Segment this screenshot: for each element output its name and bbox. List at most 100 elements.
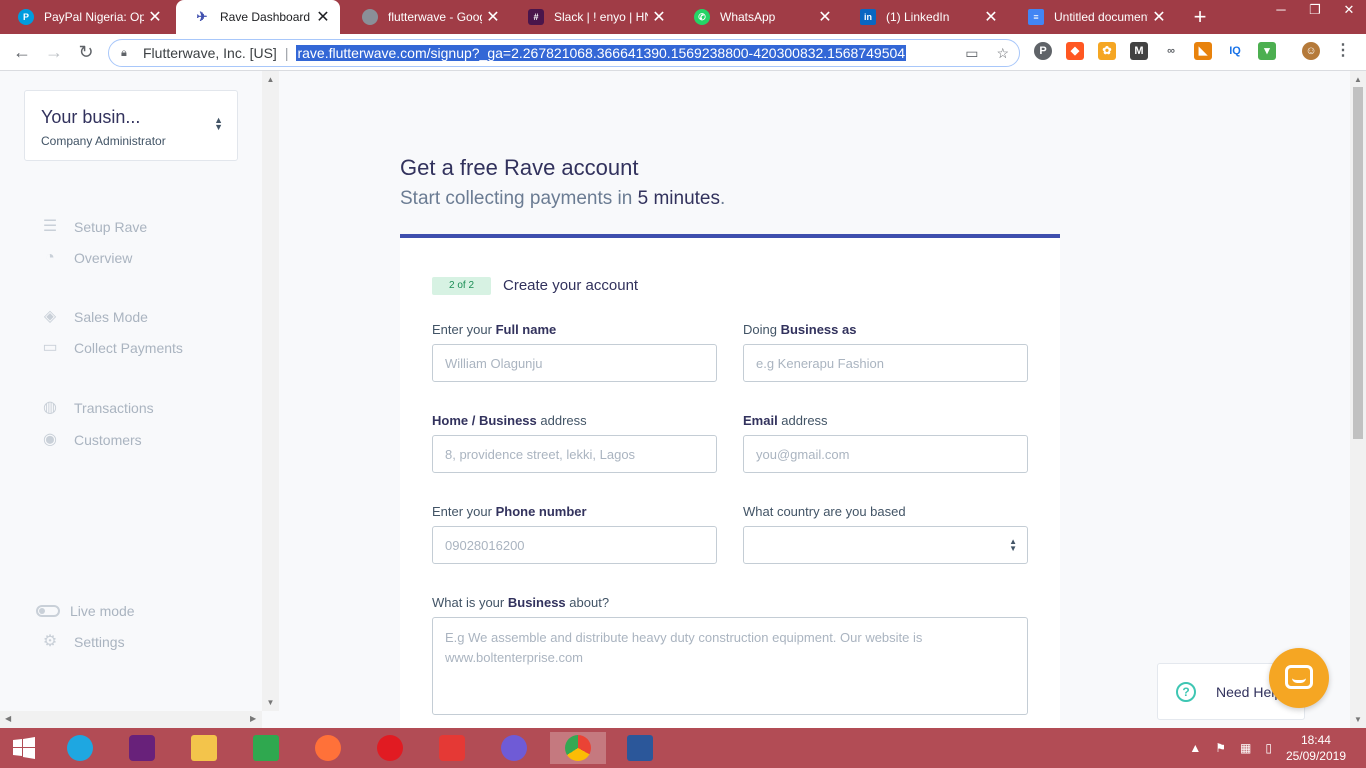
- live-mode-toggle[interactable]: Live mode: [36, 601, 135, 621]
- tab-google-docs[interactable]: ≡ Untitled document ✕: [1010, 0, 1176, 34]
- visual-studio-icon[interactable]: [126, 732, 158, 764]
- scroll-up-icon[interactable]: ▲: [262, 75, 279, 84]
- scroll-up-icon[interactable]: ▲: [1350, 75, 1366, 84]
- back-icon[interactable]: ←: [10, 41, 34, 65]
- whatsapp-icon: ✆: [694, 9, 710, 25]
- close-window-icon[interactable]: ✕: [1332, 0, 1366, 22]
- label-text: address: [536, 413, 587, 428]
- app-glyph: [439, 735, 465, 761]
- cash-icon: ▭: [42, 339, 58, 356]
- iq-icon[interactable]: IQ: [1226, 42, 1244, 60]
- browser-toolbar: ← → ↻ 🔒︎ Flutterwave, Inc. [US] | rave.f…: [0, 34, 1366, 71]
- sidebar-item-label: Setup Rave: [74, 219, 148, 235]
- close-icon[interactable]: ✕: [1148, 7, 1170, 27]
- opera-icon[interactable]: [374, 732, 406, 764]
- label-text: What is your: [432, 595, 508, 610]
- tab-google-search[interactable]: flutterwave - Googl ✕: [344, 0, 510, 34]
- internet-explorer-icon[interactable]: [64, 732, 96, 764]
- sidebar-horizontal-scrollbar[interactable]: ◀ ▶: [0, 711, 262, 728]
- address-input[interactable]: 8, providence street, lekki, Lagos: [432, 435, 717, 473]
- app-glyph: [129, 735, 155, 761]
- label-bold: Business: [507, 595, 566, 610]
- restore-icon[interactable]: ❐: [1298, 0, 1332, 22]
- chevron-up-icon[interactable]: ▲: [1189, 741, 1201, 755]
- word-icon[interactable]: [612, 732, 668, 764]
- label-bold: Full name: [495, 322, 557, 337]
- chat-launcher-button[interactable]: [1269, 648, 1329, 708]
- close-icon[interactable]: ✕: [980, 7, 1002, 27]
- cast-icon[interactable]: ▭: [965, 45, 978, 62]
- close-icon[interactable]: ✕: [312, 7, 334, 27]
- bookmark-star-icon[interactable]: ☆: [996, 45, 1009, 62]
- address-bar[interactable]: 🔒︎ Flutterwave, Inc. [US] | rave.flutter…: [108, 39, 1020, 67]
- sidebar-item-settings[interactable]: ⚙ Settings: [40, 632, 125, 652]
- close-icon[interactable]: ✕: [814, 7, 836, 27]
- tab-label: WhatsApp: [720, 10, 776, 24]
- system-clock[interactable]: 18:44 25/09/2019: [1286, 732, 1346, 764]
- tab-paypal[interactable]: P PayPal Nigeria: Ope ✕: [0, 0, 172, 34]
- flag-icon[interactable]: ⚑: [1215, 741, 1226, 755]
- extension-icon[interactable]: ▾: [1258, 42, 1276, 60]
- email-field[interactable]: you@gmail.com: [743, 435, 1028, 473]
- full-name-input[interactable]: William Olagunju: [432, 344, 717, 382]
- windows-taskbar: ▲ ⚑ ▦ ▯ 18:44 25/09/2019: [0, 728, 1366, 768]
- sidebar-item-sales-mode[interactable]: ◈ Sales Mode: [40, 307, 148, 327]
- sidebar-item-setup-rave[interactable]: ☰ Setup Rave: [40, 217, 147, 237]
- avatar[interactable]: ☺: [1302, 42, 1320, 60]
- menu-icon[interactable]: ⋮: [1334, 42, 1352, 60]
- reload-icon[interactable]: ↻: [74, 41, 98, 65]
- browser-icon[interactable]: [498, 732, 530, 764]
- business-as-input[interactable]: e.g Kenerapu Fashion: [743, 344, 1028, 382]
- firefox-icon[interactable]: [312, 732, 344, 764]
- minimize-icon[interactable]: ─: [1264, 0, 1298, 22]
- sidebar-item-transactions[interactable]: ◍ Transactions: [40, 398, 154, 418]
- link-icon[interactable]: ∞: [1162, 42, 1180, 60]
- main-content: Get a free Rave account Start collecting…: [279, 71, 1350, 728]
- store-icon[interactable]: [250, 732, 282, 764]
- scroll-left-icon[interactable]: ◀: [5, 714, 11, 723]
- tab-rave-dashboard[interactable]: ✈ Rave Dashboard ✕: [176, 0, 340, 34]
- start-button[interactable]: [8, 732, 40, 764]
- scrollbar-thumb[interactable]: [1353, 87, 1363, 439]
- slack-icon: #: [528, 9, 544, 25]
- close-icon[interactable]: ✕: [144, 7, 166, 27]
- business-about-textarea[interactable]: E.g We assemble and distribute heavy dut…: [432, 617, 1028, 715]
- file-explorer-icon[interactable]: [188, 732, 220, 764]
- subtitle-suffix: .: [720, 188, 726, 209]
- scroll-down-icon[interactable]: ▼: [1350, 715, 1366, 724]
- business-role: Company Administrator: [41, 134, 166, 148]
- page-scrollbar[interactable]: ▲ ▼: [1350, 71, 1366, 728]
- toggle-switch[interactable]: [36, 605, 60, 617]
- subtitle-emphasis: 5 minutes: [637, 188, 720, 209]
- extension-icon[interactable]: ✿: [1098, 42, 1116, 60]
- phone-input[interactable]: 09028016200: [432, 526, 717, 564]
- gmail-icon[interactable]: M: [1130, 42, 1148, 60]
- scroll-right-icon[interactable]: ▶: [250, 714, 256, 723]
- business-switcher[interactable]: Your busin... Company Administrator ▲ ▼: [24, 90, 238, 161]
- sidebar-item-collect-payments[interactable]: ▭ Collect Payments: [40, 338, 183, 358]
- extension-icon[interactable]: ◆: [1066, 42, 1084, 60]
- metamask-icon[interactable]: ◣: [1194, 42, 1212, 60]
- country-select[interactable]: ▲ ▼: [743, 526, 1028, 564]
- site-identity[interactable]: Flutterwave, Inc. [US]: [143, 45, 277, 61]
- tab-linkedin[interactable]: in (1) LinkedIn ✕: [842, 0, 1008, 34]
- close-icon[interactable]: ✕: [482, 7, 504, 27]
- sidebar-item-customers[interactable]: ◉ Customers: [40, 430, 142, 450]
- url-text[interactable]: rave.flutterwave.com/signup?_ga=2.267821…: [296, 45, 907, 61]
- chrome-icon[interactable]: [550, 732, 606, 764]
- scroll-down-icon[interactable]: ▼: [262, 698, 279, 707]
- system-tray: ▲ ⚑ ▦ ▯ 18:44 25/09/2019: [1189, 728, 1366, 768]
- new-tab-button[interactable]: +: [1188, 4, 1212, 30]
- tab-whatsapp[interactable]: ✆ WhatsApp ✕: [676, 0, 842, 34]
- email-label: Email address: [743, 413, 828, 428]
- network-icon[interactable]: ▦: [1240, 741, 1251, 755]
- sidebar-item-overview[interactable]: ◔ Overview: [40, 248, 132, 268]
- battery-icon[interactable]: ▯: [1265, 741, 1272, 755]
- download-icon[interactable]: [436, 732, 468, 764]
- forward-icon[interactable]: →: [42, 41, 66, 65]
- sidebar-scrollbar[interactable]: ▲ ▼: [262, 71, 279, 711]
- tab-label: Slack | ! enyo | HNG: [554, 10, 648, 24]
- tab-slack[interactable]: # Slack | ! enyo | HNG ✕: [510, 0, 676, 34]
- close-icon[interactable]: ✕: [648, 7, 670, 27]
- pinterest-icon[interactable]: P: [1034, 42, 1052, 60]
